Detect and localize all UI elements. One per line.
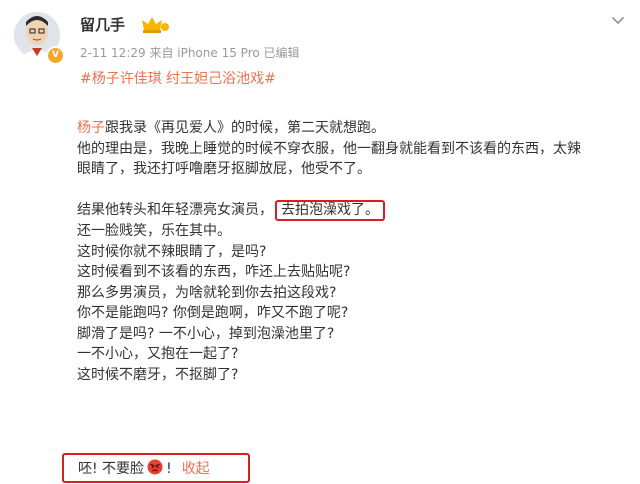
content-line: 这时候看到不该看的东西，咋还上去贴贴呢? [77, 264, 351, 280]
user-name[interactable]: 留几手 [80, 14, 125, 35]
closing-line: 呸! 不要脸 ! 收起 [78, 458, 210, 478]
post-meta: 2-11 12:29 来自 iPhone 15 Pro 已编辑 [80, 46, 300, 60]
collapse-link[interactable]: 收起 [182, 461, 210, 477]
content-text: 结果他转头和年轻漂亮女演员， [77, 202, 273, 218]
angry-emoji-icon [147, 459, 163, 475]
content-line: 眼睛了，我还打呼噜磨牙抠脚放屁，他受不了。 [77, 161, 371, 177]
member-badge-icon[interactable] [140, 14, 170, 34]
content-line: 这时候你就不辣眼睛了，是吗? [77, 243, 267, 260]
closing-text: 呸! 不要脸 [78, 461, 145, 477]
content-line: 杨子跟我录《再见爱人》的时候，第二天就想跑。 [77, 118, 622, 139]
closing-punct: ! [166, 461, 172, 477]
content-line: 一不小心，又抱在一起了? [77, 346, 239, 362]
topic-hashtag[interactable]: #杨子许佳琪 纣王妲己浴池戏# [80, 68, 276, 88]
mention-name[interactable]: 杨子 [77, 120, 105, 136]
content-line: 你不是能跑吗? 你倒是跑啊，咋又不跑了呢? [77, 305, 349, 321]
content-line: 还一脸贱笑，乐在其中。 [77, 223, 231, 239]
highlighted-phrase: 去拍泡澡戏了。 [275, 200, 385, 221]
content-line: 脚滑了是吗? 一不小心，掉到泡澡池里了? [77, 325, 335, 342]
content-line: 这时候不磨牙，不抠脚了? [77, 366, 239, 383]
verified-badge-icon: V [46, 46, 65, 65]
content-text: 跟我录《再见爱人》的时候，第二天就想跑。 [105, 120, 385, 136]
content-line: 那么多男演员，为啥就轮到你去拍这段戏? [77, 284, 337, 301]
post-content: 杨子跟我录《再见爱人》的时候，第二天就想跑。 他的理由是，我晚上睡觉的时候不穿衣… [77, 118, 622, 385]
chevron-down-icon[interactable] [610, 12, 626, 28]
content-line: 结果他转头和年轻漂亮女演员， 去拍泡澡戏了。 [77, 200, 622, 221]
content-line: 他的理由是，我晚上睡觉的时候不穿衣服，他一翻身就能看到不该看的东西，太辣 [77, 140, 581, 157]
